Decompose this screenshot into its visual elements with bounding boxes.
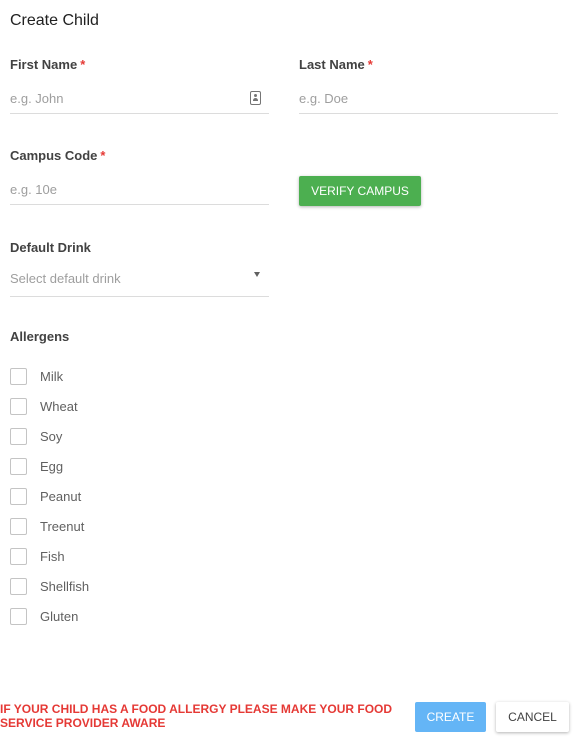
milk-checkbox[interactable] [10,367,27,385]
wheat-checkbox[interactable] [10,397,27,415]
allergen-label: Soy [40,428,63,444]
required-mark: * [100,148,106,163]
campus-code-field [10,175,269,205]
allergy-warning: IF YOUR CHILD HAS A FOOD ALLERGY PLEASE … [0,702,393,730]
first-name-label-text: First Name [10,57,78,72]
default-drink-value: Select default drink [10,271,121,286]
first-name-input[interactable] [10,84,269,112]
fish-checkbox[interactable] [10,547,27,565]
allergen-label: Peanut [40,488,82,504]
allergen-treenut[interactable]: Treenut [10,511,89,541]
allergen-gluten[interactable]: Gluten [10,601,89,631]
contact-card-icon[interactable] [250,91,261,105]
dropdown-arrow-icon [254,272,260,277]
shellfish-checkbox[interactable] [10,577,27,595]
required-mark: * [80,57,86,72]
allergen-egg[interactable]: Egg [10,451,89,481]
allergen-label: Milk [40,368,64,384]
dialog-title: Create Child [10,12,99,29]
default-drink-label: Default Drink [10,240,91,255]
first-name-field [10,84,269,114]
egg-checkbox[interactable] [10,457,27,475]
campus-code-label-text: Campus Code [10,148,98,163]
gluten-checkbox[interactable] [10,607,27,625]
first-name-label: First Name * [10,57,85,72]
last-name-input[interactable] [299,84,558,112]
allergens-label: Allergens [10,329,70,344]
treenut-checkbox[interactable] [10,517,27,535]
allergen-label: Fish [40,548,65,564]
allergen-list: Milk Wheat Soy Egg Peanut Treenut Fish S… [10,361,89,631]
allergen-label: Gluten [40,608,79,624]
soy-checkbox[interactable] [10,427,27,445]
allergen-label: Treenut [40,518,85,534]
campus-code-input[interactable] [10,175,269,203]
allergen-wheat[interactable]: Wheat [10,391,89,421]
allergen-fish[interactable]: Fish [10,541,89,571]
campus-code-label: Campus Code * [10,148,105,163]
last-name-label-text: Last Name [299,57,365,72]
allergen-soy[interactable]: Soy [10,421,89,451]
cancel-button[interactable]: CANCEL [496,702,569,732]
allergen-milk[interactable]: Milk [10,361,89,391]
allergen-label: Shellfish [40,578,90,594]
allergen-shellfish[interactable]: Shellfish [10,571,89,601]
verify-campus-button[interactable]: VERIFY CAMPUS [299,176,421,206]
allergen-peanut[interactable]: Peanut [10,481,89,511]
required-mark: * [367,57,373,72]
allergen-label: Wheat [40,398,78,414]
allergen-label: Egg [40,458,64,474]
default-drink-select[interactable]: Select default drink [10,263,269,297]
last-name-field [299,84,558,114]
last-name-label: Last Name * [299,57,373,72]
create-button[interactable]: CREATE [415,702,486,732]
peanut-checkbox[interactable] [10,487,27,505]
